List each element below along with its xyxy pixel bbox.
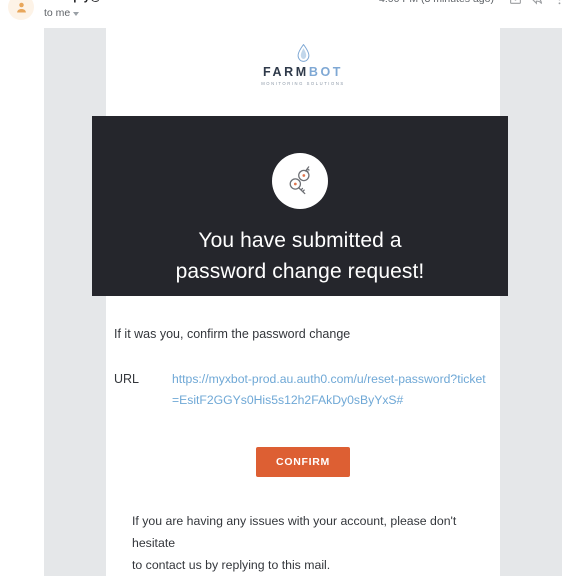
recipient-label: to me <box>44 7 71 19</box>
email-card: FARMBOT MONITORING SOLUTIONS You have su… <box>92 28 508 576</box>
logo-word-farm: FARM <box>262 65 309 79</box>
person-avatar-icon <box>16 2 26 12</box>
email-body: FARMBOT MONITORING SOLUTIONS You have su… <box>0 28 576 576</box>
sender-block: no-reply@authouser.net to me <box>44 0 178 19</box>
chevron-down-icon[interactable] <box>73 11 80 16</box>
logo-tagline: MONITORING SOLUTIONS <box>261 81 345 86</box>
confirm-button-wrap: CONFIRM <box>106 447 500 477</box>
message-timestamp: 4:00 PM (3 minutes ago) <box>379 0 494 5</box>
help-line-2: to contact us by replying to this mail. <box>132 558 331 572</box>
header-actions: 4:00 PM (3 minutes ago) <box>379 0 570 6</box>
reset-password-link[interactable]: https://myxbot-prod.au.auth0.com/u/reset… <box>172 369 492 411</box>
sender-email[interactable]: no-reply@authouser.net <box>44 0 178 4</box>
more-options-icon[interactable] <box>548 0 570 6</box>
avatar[interactable] <box>8 0 34 20</box>
brand-logo: FARMBOT MONITORING SOLUTIONS <box>106 28 500 99</box>
mail-message-header: no-reply@authouser.net to me 4:00 PM (3 … <box>0 0 576 28</box>
confirm-instruction: If it was you, confirm the password chan… <box>114 327 351 341</box>
hero-title-line2: password change request! <box>175 260 425 283</box>
email-content: If it was you, confirm the password chan… <box>106 296 500 576</box>
hero-banner: You have submitted a password change req… <box>92 116 508 296</box>
url-row: URL https://myxbot-prod.au.auth0.com/u/r… <box>114 369 500 411</box>
hero-icon-badge <box>272 153 328 209</box>
hero-title: You have submitted a password change req… <box>176 225 425 287</box>
keys-icon <box>289 166 310 195</box>
reply-icon[interactable] <box>526 0 548 6</box>
url-label: URL <box>114 372 140 386</box>
confirm-button[interactable]: CONFIRM <box>256 447 350 477</box>
recipient-row[interactable]: to me <box>44 7 178 19</box>
help-line-1: If you are having any issues with your a… <box>132 514 457 550</box>
logo-wordmark: FARMBOT <box>263 65 343 79</box>
hero-title-line1: You have submitted a <box>198 229 402 252</box>
water-drop-icon <box>297 44 309 62</box>
logo-word-bot: BOT <box>308 65 343 79</box>
help-text: If you are having any issues with your a… <box>132 510 480 576</box>
mark-unread-icon[interactable] <box>504 0 526 6</box>
